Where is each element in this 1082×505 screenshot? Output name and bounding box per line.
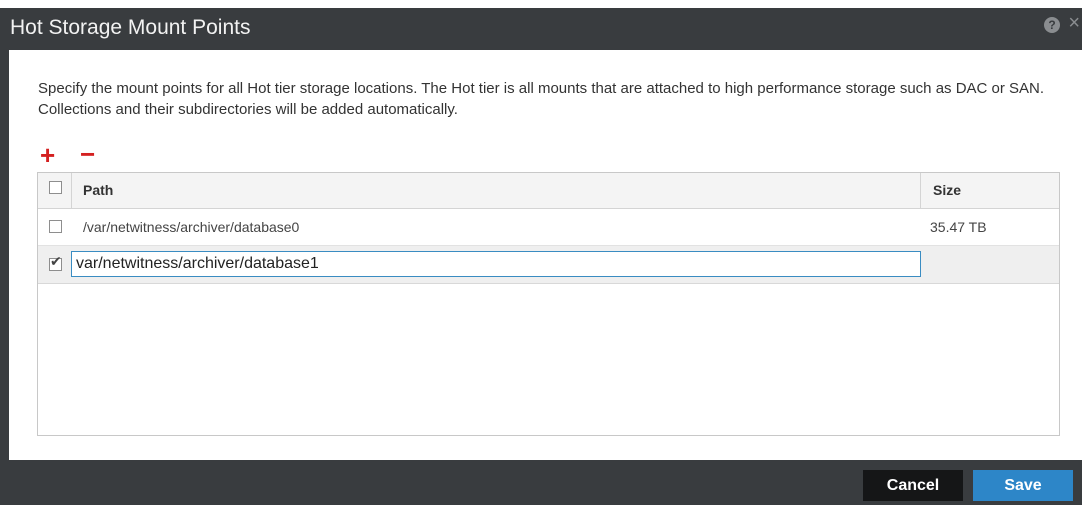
close-icon[interactable]: ×	[1068, 13, 1080, 33]
add-icon[interactable]: +	[40, 142, 55, 168]
column-header-path[interactable]: Path	[83, 182, 113, 198]
dialog-footer: Cancel Save	[0, 460, 1082, 505]
dialog-title: Hot Storage Mount Points	[10, 16, 251, 39]
dialog-titlebar: Hot Storage Mount Points ? ×	[0, 0, 1082, 50]
dialog-left-border	[0, 50, 9, 460]
column-header-size[interactable]: Size	[933, 182, 961, 198]
dialog-description: Specify the mount points for all Hot tie…	[38, 80, 1045, 118]
table-row[interactable]: /var/netwitness/archiver/database0 35.47…	[38, 209, 1059, 246]
hot-storage-dialog: Hot Storage Mount Points ? × Specify the…	[0, 0, 1082, 505]
column-divider	[920, 173, 921, 208]
save-button[interactable]: Save	[973, 470, 1073, 501]
row-checkbox[interactable]: ✔	[49, 254, 62, 271]
help-icon[interactable]: ?	[1044, 17, 1060, 33]
table-row[interactable]: ✔	[38, 246, 1059, 284]
table-header: Path Size	[38, 173, 1059, 209]
row-checkbox[interactable]	[49, 220, 62, 233]
path-cell: /var/netwitness/archiver/database0	[83, 219, 300, 235]
path-input[interactable]	[71, 251, 921, 277]
cancel-button[interactable]: Cancel	[863, 470, 963, 501]
column-divider	[71, 173, 72, 208]
checkmark-icon: ✔	[50, 253, 62, 269]
size-cell: 35.47 TB	[930, 219, 987, 235]
mount-points-table: Path Size /var/netwitness/archiver/datab…	[37, 172, 1060, 436]
select-all-checkbox[interactable]	[49, 181, 62, 194]
remove-icon[interactable]: −	[80, 141, 95, 167]
